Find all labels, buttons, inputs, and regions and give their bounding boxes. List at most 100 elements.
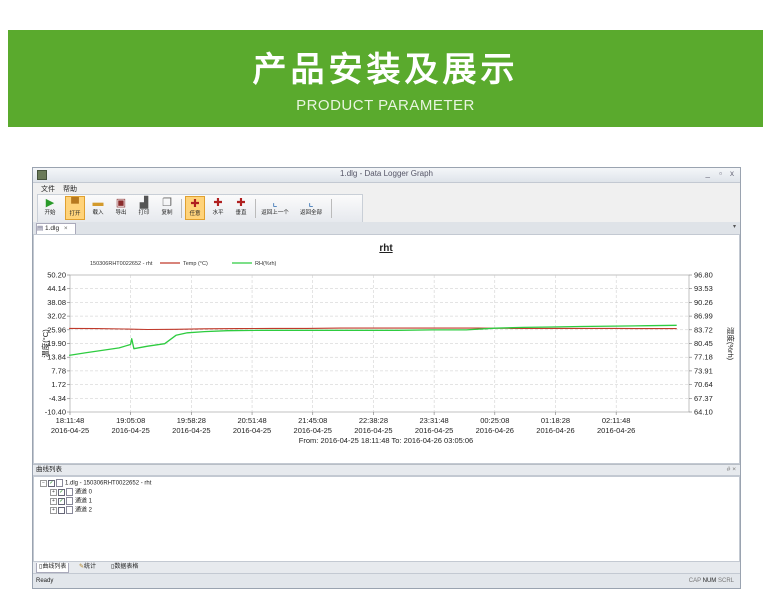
tab-dropdown-icon[interactable]: ▾ <box>733 223 736 230</box>
menu-help[interactable]: 帮助 <box>63 184 77 194</box>
chart-file-icon: ▤ <box>37 225 44 232</box>
minimize-button[interactable]: _ <box>706 169 710 178</box>
y-left-tick-label: 32.02 <box>47 312 66 321</box>
toolbar-separator <box>331 199 332 218</box>
window-title: 1.dlg - Data Logger Graph <box>340 169 433 178</box>
y-right-tick-label: 83.72 <box>694 325 713 334</box>
expand-icon[interactable]: + <box>50 488 57 496</box>
x-tick-date: 2016-04-25 <box>294 426 332 435</box>
tree-item-channel-0[interactable]: + ✓ 通道 0 <box>50 488 92 496</box>
open-button[interactable]: ▀ 打开 <box>65 196 85 220</box>
export-button[interactable]: ▣ 导出 <box>111 196 131 220</box>
app-window: 1.dlg - Data Logger Graph _ ▫ x 文件 帮助 ▶ … <box>32 167 741 589</box>
x-tick-date: 2016-04-25 <box>233 426 271 435</box>
x-tick-date: 2016-04-26 <box>597 426 635 435</box>
banner-subtitle: PRODUCT PARAMETER <box>296 97 475 114</box>
tab-statistics[interactable]: ✎统计 <box>77 563 98 572</box>
y-left-tick-label: 13.84 <box>47 353 66 362</box>
copy-icon: ❐ <box>162 197 172 209</box>
open-label: 打开 <box>69 211 81 217</box>
horizontal-zoom-button[interactable]: ✚ 水平 <box>208 196 228 220</box>
tree-item-channel-2[interactable]: + 通道 2 <box>50 506 92 514</box>
import-label: 载入 <box>92 210 104 216</box>
y-right-axis-label: 湿度(%rh) <box>726 327 736 361</box>
y-right-tick-label: 77.18 <box>694 353 713 362</box>
header-banner: 产品安装及展示 PRODUCT PARAMETER <box>8 30 763 127</box>
tree-item-channel-1[interactable]: + ✓ 通道 1 <box>50 497 92 505</box>
x-tick-time: 02:11:48 <box>602 416 631 425</box>
x-tick-date: 2016-04-26 <box>536 426 574 435</box>
tab-close-icon[interactable]: × <box>64 225 68 232</box>
vertical-label: 垂直 <box>235 210 247 216</box>
play-icon: ▶ <box>45 197 55 209</box>
y-right-tick-label: 90.26 <box>694 298 713 307</box>
y-left-tick-label: 38.08 <box>47 298 66 307</box>
start-button[interactable]: ▶ 开始 <box>40 196 60 220</box>
x-tick-date: 2016-04-25 <box>354 426 392 435</box>
print-label: 打印 <box>138 210 150 216</box>
y-left-tick-label: 19.90 <box>47 339 66 348</box>
x-tick-time: 19:05:08 <box>116 416 145 425</box>
tree-root-item[interactable]: − ✓ 1.dlg - 150306RHT0022652 - rht <box>40 479 151 487</box>
x-tick-time: 23:31:48 <box>420 416 449 425</box>
y-right-tick-label: 64.10 <box>694 408 713 417</box>
folder-icon: ▀ <box>71 198 79 210</box>
menu-bar: 文件 帮助 <box>33 183 740 194</box>
checkbox-checked[interactable]: ✓ <box>48 479 55 487</box>
x-tick-time: 21:45:08 <box>298 416 327 425</box>
import-button[interactable]: ▬ 载入 <box>88 196 108 220</box>
tab-label: 曲线列表 <box>42 564 67 570</box>
pan-button[interactable]: ✚ 任意 <box>185 196 205 220</box>
toolbar: ▶ 开始 ▀ 打开 ▬ 载入 ▣ 导出 ▟ 打印 ❐ 复制 ✚ 任意 ✚ 水平 … <box>37 194 363 223</box>
y-left-tick-label: 7.78 <box>51 366 66 375</box>
y-right-tick-label: 73.91 <box>694 366 713 375</box>
home-button[interactable]: ⌞ 返回全部 <box>296 196 326 220</box>
export-label: 导出 <box>115 210 127 216</box>
y-right-tick-label: 67.37 <box>694 394 713 403</box>
maximize-button[interactable]: ▫ <box>719 169 722 178</box>
curve-list-header: 曲线列表 # × <box>33 464 740 476</box>
checkbox-checked[interactable]: ✓ <box>58 488 65 496</box>
toolbar-separator <box>255 199 256 218</box>
channel-icon <box>66 488 73 496</box>
panel-controls[interactable]: # × <box>727 465 736 475</box>
tab-data-table[interactable]: ▯数据表格 <box>109 563 140 572</box>
print-button[interactable]: ▟ 打印 <box>134 196 154 220</box>
x-tick-time: 22:38:28 <box>359 416 388 425</box>
time-range-text: From: 2016-04-25 18:11:48 To: 2016-04-26… <box>299 436 473 445</box>
channel-icon <box>66 497 73 505</box>
tab-curve-list[interactable]: ▯曲线列表 <box>36 563 70 573</box>
chart-panel[interactable]: rht 150306RHT0022652 - rht Temp (°C) RH(%rh… <box>33 234 740 464</box>
y-left-tick-label: -4.34 <box>49 394 66 403</box>
chart-svg[interactable]: rht 150306RHT0022652 - rht Temp (°C) RH(%rh… <box>34 235 739 463</box>
menu-file[interactable]: 文件 <box>41 184 55 194</box>
collapse-icon[interactable]: − <box>40 479 47 487</box>
status-bar: Ready CAP NUM SCRL <box>33 573 740 588</box>
legend-source: 150306RHT0022652 - rht <box>90 261 153 267</box>
import-icon: ▬ <box>92 197 104 209</box>
num-indicator: NUM <box>702 578 717 584</box>
y-left-tick-label: 50.20 <box>47 271 66 280</box>
printer-icon: ▟ <box>139 197 149 209</box>
file-icon <box>56 479 63 487</box>
checkbox-unchecked[interactable] <box>58 506 65 514</box>
x-tick-time: 01:18:28 <box>541 416 570 425</box>
x-tick-time: 20:51:48 <box>237 416 266 425</box>
expand-icon[interactable]: + <box>50 497 57 505</box>
y-left-tick-label: 25.96 <box>47 325 66 334</box>
checkbox-checked[interactable]: ✓ <box>58 497 65 505</box>
expand-icon[interactable]: + <box>50 506 57 514</box>
vertical-zoom-button[interactable]: ✚ 垂直 <box>231 196 251 220</box>
channel-label: 通道 0 <box>75 489 93 496</box>
horizontal-label: 水平 <box>212 210 224 216</box>
horizontal-arrows-icon: ✚ <box>213 197 223 209</box>
x-tick-time: 19:58:28 <box>177 416 206 425</box>
save-icon: ▣ <box>115 197 127 209</box>
tab-label: 数据表格 <box>114 564 139 570</box>
close-button[interactable]: x <box>730 169 734 178</box>
curve-tree: − ✓ 1.dlg - 150306RHT0022652 - rht + ✓ 通道 0 … <box>33 476 740 562</box>
tab-1-dlg[interactable]: ▤ 1.dlg × <box>36 223 76 234</box>
copy-button[interactable]: ❐ 复制 <box>157 196 177 220</box>
back-button[interactable]: ⌞ 返回上一个 <box>260 196 290 220</box>
x-tick-time: 18:11:48 <box>56 416 85 425</box>
